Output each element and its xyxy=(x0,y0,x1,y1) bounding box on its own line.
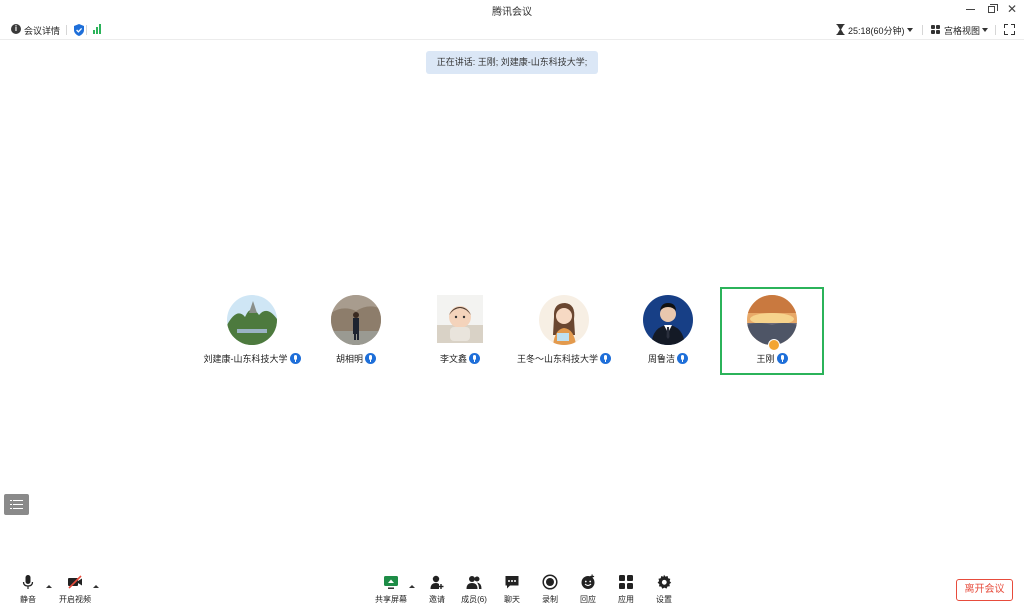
chevron-down-icon[interactable] xyxy=(907,28,913,32)
chevron-down-icon[interactable] xyxy=(982,28,988,32)
meeting-info-button[interactable]: 会议详情 xyxy=(24,24,60,37)
minimize-button[interactable] xyxy=(961,1,979,17)
close-button[interactable]: ✕ xyxy=(1003,1,1021,17)
settings-button[interactable]: 设置 xyxy=(644,574,684,610)
avatar xyxy=(331,295,381,345)
apps-grid-icon xyxy=(619,575,633,589)
members-icon xyxy=(466,576,482,589)
avatar xyxy=(437,295,483,343)
security-shield-icon[interactable] xyxy=(74,24,84,36)
minimize-icon xyxy=(965,8,975,10)
emoji-reaction-icon xyxy=(581,574,595,589)
avatar xyxy=(747,295,797,345)
share-screen-button[interactable]: 共享屏幕 xyxy=(371,574,411,610)
share-screen-icon xyxy=(384,576,398,589)
member-list-toggle-button[interactable] xyxy=(4,494,29,515)
window-title: 腾讯会议 xyxy=(492,7,532,18)
avatar xyxy=(643,295,693,345)
info-icon[interactable]: i xyxy=(11,24,21,34)
meeting-info-bar: i 会议详情 25:18(60分钟) 宫格视图 xyxy=(0,20,1024,40)
record-icon xyxy=(542,574,558,590)
chevron-up-icon[interactable] xyxy=(46,585,52,588)
leave-meeting-button[interactable]: 离开会议 xyxy=(956,579,1013,601)
start-video-button[interactable]: 开启视频 xyxy=(55,574,95,610)
divider xyxy=(922,25,923,35)
view-mode-button[interactable]: 宫格视图 xyxy=(944,24,980,37)
video-off-icon xyxy=(68,575,82,589)
fullscreen-icon[interactable] xyxy=(1004,24,1015,35)
microphone-icon xyxy=(469,353,480,365)
participant-name: 王刚 xyxy=(692,352,852,365)
meeting-timer[interactable]: 25:18(60分钟) xyxy=(848,24,905,37)
hourglass-icon xyxy=(836,24,845,35)
avatar xyxy=(227,295,277,345)
meeting-window: 腾讯会议 ✕ i 会议详情 25:18(60分钟) 宫格视图 正在讲话: 王刚;… xyxy=(0,0,1024,612)
microphone-icon xyxy=(365,353,376,365)
gear-icon xyxy=(657,574,672,589)
divider xyxy=(86,25,87,35)
grid-view-icon[interactable] xyxy=(931,25,941,35)
participant-tile-active[interactable]: 王刚 xyxy=(720,287,824,375)
divider xyxy=(66,25,67,35)
mute-button[interactable]: 静音 xyxy=(8,574,48,610)
title-bar: 腾讯会议 ✕ xyxy=(0,0,1024,18)
network-signal-icon[interactable] xyxy=(93,24,103,34)
host-badge-icon xyxy=(768,339,780,351)
restore-icon xyxy=(987,3,998,13)
close-icon: ✕ xyxy=(1006,2,1018,16)
microphone-icon xyxy=(22,575,34,589)
chevron-up-icon[interactable] xyxy=(93,585,99,588)
divider xyxy=(995,25,996,35)
microphone-icon xyxy=(776,353,788,365)
restore-button[interactable] xyxy=(982,1,1000,17)
avatar xyxy=(539,295,589,345)
chevron-up-icon[interactable] xyxy=(409,585,415,588)
chat-icon xyxy=(505,576,519,589)
microphone-icon xyxy=(677,353,688,365)
bottom-toolbar: 静音 开启视频 共享屏幕 邀请 成员(6) 聊天 录制 回应 应用 设置 xyxy=(0,568,1024,612)
invite-user-icon xyxy=(430,575,444,589)
speaking-indicator: 正在讲话: 王刚; 刘建康-山东科技大学; xyxy=(426,51,598,74)
